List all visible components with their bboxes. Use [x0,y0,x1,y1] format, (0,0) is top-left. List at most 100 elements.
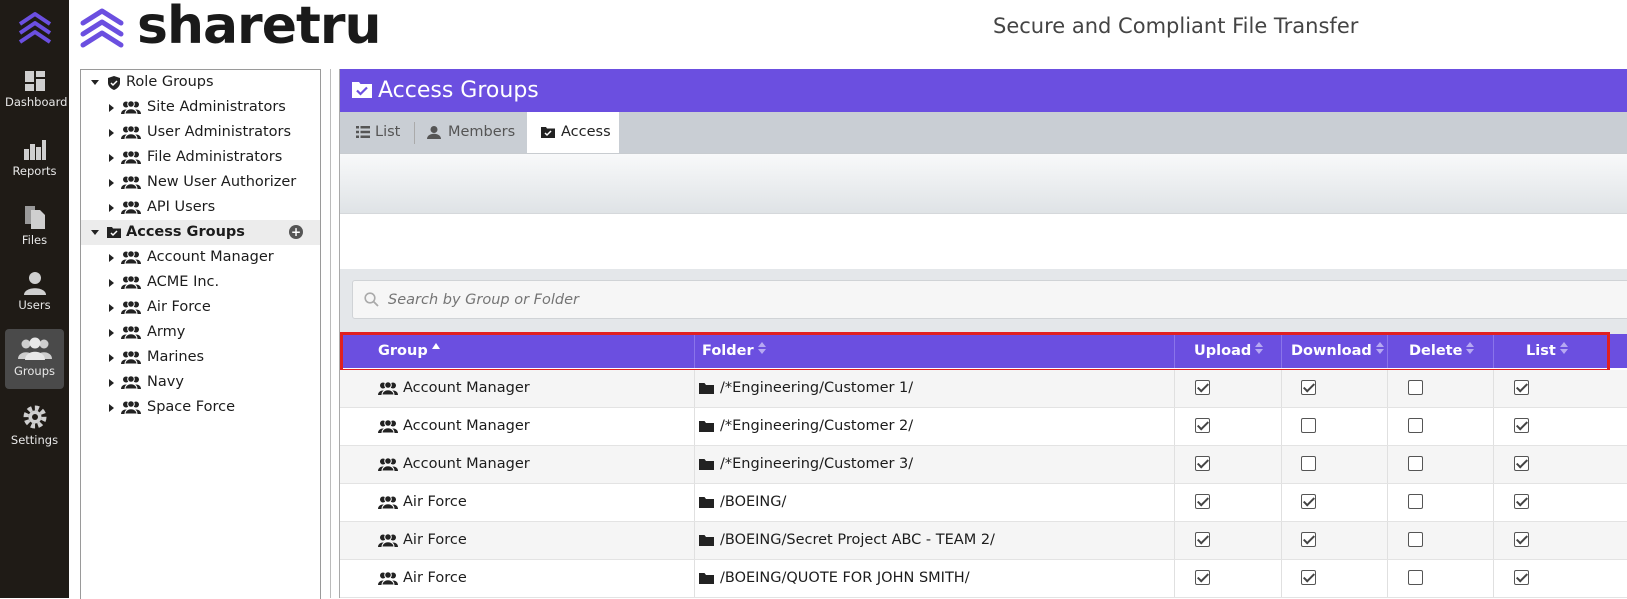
nav-reports[interactable]: Reports [5,129,64,189]
caret-right-icon[interactable] [109,179,114,187]
upload-checkbox[interactable] [1195,570,1210,585]
search-icon [364,292,379,307]
sharetru-logo-icon[interactable] [14,10,56,50]
add-access-group-button[interactable]: + [289,225,303,239]
caret-right-icon[interactable] [109,104,114,112]
tree-item[interactable]: New User Authorizer [81,170,320,195]
table-row[interactable]: Air Force/BOEING/ [340,484,1627,522]
user-group-icon [378,420,398,433]
column-separator [1174,522,1175,559]
tree-item[interactable]: ACME Inc. [81,270,320,295]
caret-right-icon[interactable] [109,404,114,412]
caret-right-icon[interactable] [109,354,114,362]
header-folder[interactable]: Folder [702,334,766,368]
caret-down-icon[interactable] [91,80,99,85]
download-checkbox[interactable] [1301,532,1316,547]
user-group-icon [378,496,398,509]
upload-checkbox[interactable] [1195,532,1210,547]
delete-checkbox[interactable] [1408,380,1423,395]
column-separator [1174,370,1175,407]
user-group-icon [121,276,141,289]
nav-files[interactable]: Files [5,196,64,256]
nav-dashboard[interactable]: Dashboard [5,62,67,122]
header-download[interactable]: Download [1291,334,1384,368]
tab-list[interactable]: List [340,112,412,153]
tree-item[interactable]: Navy [81,370,320,395]
tree-item[interactable]: File Administrators [81,145,320,170]
tree-item[interactable]: API Users [81,195,320,220]
caret-right-icon[interactable] [109,204,114,212]
upload-checkbox[interactable] [1195,380,1210,395]
delete-checkbox[interactable] [1408,456,1423,471]
nav-groups[interactable]: Groups [5,329,64,389]
table-row[interactable]: Air Force/BOEING/QUOTE FOR JOHN SMITH/ [340,560,1627,598]
caret-right-icon[interactable] [109,379,114,387]
download-checkbox[interactable] [1301,570,1316,585]
header-group[interactable]: Group [378,334,440,368]
tab-access[interactable]: Access [527,112,619,153]
caret-right-icon[interactable] [109,254,114,262]
download-checkbox[interactable] [1301,456,1316,471]
tree-item[interactable]: Space Force [81,395,320,420]
caret-right-icon[interactable] [109,279,114,287]
tree-item[interactable]: Army [81,320,320,345]
column-separator [1281,446,1282,483]
upload-checkbox[interactable] [1195,494,1210,509]
download-checkbox[interactable] [1301,380,1316,395]
table-row[interactable]: Account Manager /*Engineering/Customer 2/ [340,408,1627,446]
tree-item[interactable]: Site Administrators [81,95,320,120]
cell-folder: /*Engineering/Customer 3/ [720,456,914,472]
caret-right-icon[interactable] [109,329,114,337]
list-checkbox[interactable] [1514,494,1529,509]
list-checkbox[interactable] [1514,418,1529,433]
cell-folder: /*Engineering/Customer 1/ [720,380,914,396]
nav-users[interactable]: Users [5,263,64,323]
column-separator [1174,446,1175,483]
tab-members[interactable]: Members [416,112,520,153]
tree-item[interactable]: Marines [81,345,320,370]
nav-settings[interactable]: Settings [5,396,64,456]
tab-bar: List Members Access [340,112,1627,153]
caret-right-icon[interactable] [109,129,114,137]
header-list[interactable]: List [1526,334,1568,368]
tree-item[interactable]: User Administrators [81,120,320,145]
header-upload[interactable]: Upload [1194,334,1264,368]
table-row[interactable]: Account Manager /*Engineering/Customer 1/ [340,370,1627,408]
tree-item[interactable]: Account Manager [81,245,320,270]
folder-icon [699,535,714,546]
tree-access-groups[interactable]: Access Groups + [81,220,320,245]
cell-group: Air Force [403,570,467,586]
list-checkbox[interactable] [1514,532,1529,547]
table-row[interactable]: Account Manager /*Engineering/Customer 3/ [340,446,1627,484]
caret-down-icon[interactable] [91,230,99,235]
panel-divider[interactable] [330,69,331,598]
delete-checkbox[interactable] [1408,418,1423,433]
caret-right-icon[interactable] [109,154,114,162]
delete-checkbox[interactable] [1408,494,1423,509]
column-separator [694,370,695,407]
tree-item[interactable]: Air Force [81,295,320,320]
nav-groups-label: Groups [13,364,55,378]
caret-right-icon[interactable] [109,304,114,312]
user-group-icon [121,376,141,389]
column-separator [1174,560,1175,597]
user-group-icon [121,126,141,139]
list-checkbox[interactable] [1514,570,1529,585]
download-checkbox[interactable] [1301,494,1316,509]
download-checkbox[interactable] [1301,418,1316,433]
delete-checkbox[interactable] [1408,570,1423,585]
list-checkbox[interactable] [1514,380,1529,395]
folder-check-icon [352,82,372,98]
tree-role-groups[interactable]: Role Groups [81,70,320,95]
delete-checkbox[interactable] [1408,532,1423,547]
group-tree: Role Groups Site Administrators User Admi… [80,69,321,599]
upload-checkbox[interactable] [1195,456,1210,471]
header-delete[interactable]: Delete [1409,334,1475,368]
list-checkbox[interactable] [1514,456,1529,471]
column-separator [1387,334,1388,368]
search-input[interactable] [386,287,1290,313]
column-separator [1387,484,1388,521]
table-row[interactable]: Air Force/BOEING/Secret Project ABC - TE… [340,522,1627,560]
upload-checkbox[interactable] [1195,418,1210,433]
search-box[interactable] [352,280,1627,319]
